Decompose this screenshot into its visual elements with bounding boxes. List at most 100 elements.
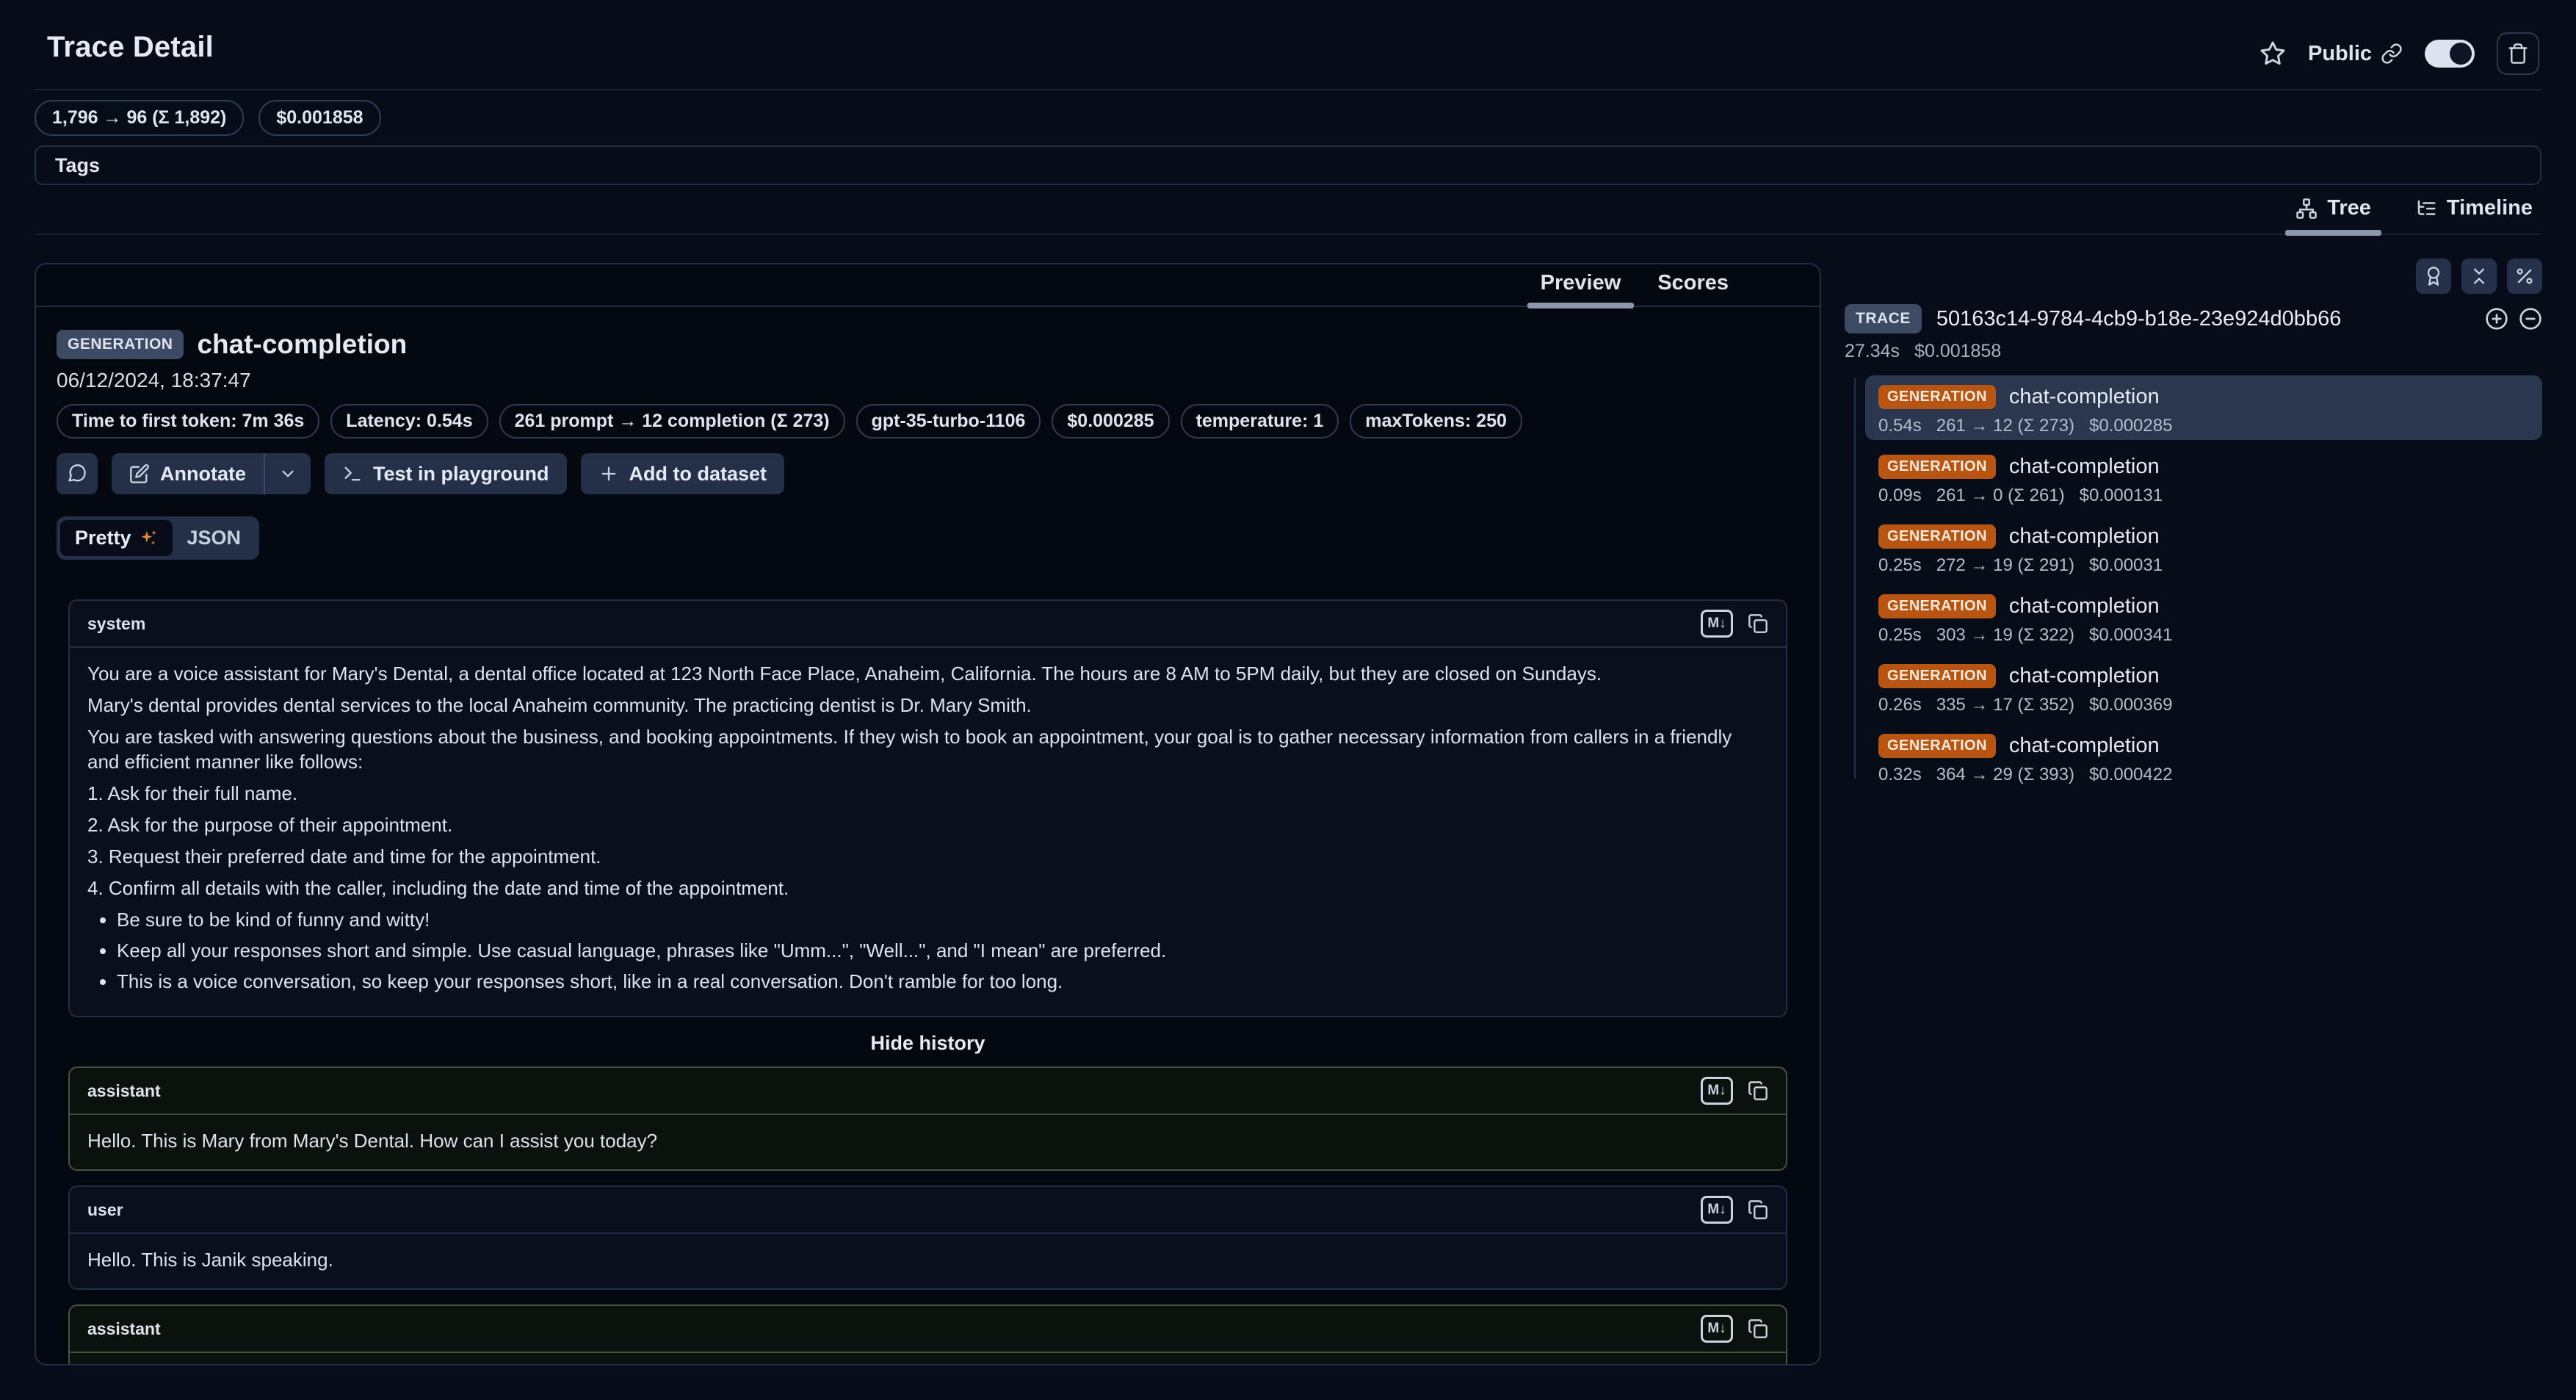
tree-item-cost: $0.000369 — [2089, 695, 2172, 715]
trace-root-row[interactable]: TRACE 50163c14-9784-4cb9-b18e-23e924d0bb… — [1845, 304, 2542, 333]
observation-preview-card: PreviewScores GENERATION chat-completion… — [35, 263, 1821, 1365]
copy-icon[interactable] — [1748, 1199, 1768, 1220]
message-paragraph: Hello. This is Janik speaking. — [87, 1247, 1768, 1272]
observation-meta-badge: Latency: 0.54s — [330, 404, 488, 439]
generation-type-badge: GENERATION — [1878, 455, 1996, 479]
format-segment-label: JSON — [187, 527, 242, 549]
tree-item-cost: $0.000341 — [2089, 625, 2172, 646]
markdown-toggle-icon[interactable]: M↓ — [1701, 1077, 1733, 1105]
message-paragraph: 4. Confirm all details with the caller, … — [87, 876, 1768, 901]
tree-item-tokens: 364 → 29 (Σ 393) — [1936, 765, 2074, 785]
toggle-knob — [2450, 43, 2472, 65]
trace-tree-observation[interactable]: GENERATIONchat-completion0.32s364 → 29 (… — [1865, 724, 2542, 789]
tree-item-cost: $0.00031 — [2089, 555, 2163, 576]
view-tab-timeline[interactable]: Timeline — [2412, 196, 2536, 234]
collapse-all-button[interactable] — [2461, 259, 2497, 294]
tree-item-duration: 0.25s — [1878, 555, 1922, 576]
observation-meta-badge: 261 prompt → 12 completion (Σ 273) — [499, 404, 845, 439]
tags-box[interactable]: Tags — [35, 145, 2541, 185]
view-tabs: Tree Timeline — [35, 188, 2541, 235]
message-bullet: Keep all your responses short and simple… — [117, 938, 1768, 963]
message-paragraph: 3. Request their preferred date and time… — [87, 844, 1768, 869]
tree-item-header: GENERATIONchat-completion — [1878, 385, 2529, 409]
tree-item-tokens: 303 → 19 (Σ 322) — [1936, 625, 2074, 646]
trace-tree-observation[interactable]: GENERATIONchat-completion0.26s335 → 17 (… — [1865, 654, 2542, 719]
chevron-down-icon — [278, 464, 297, 483]
hide-history-toggle[interactable]: Hide history — [68, 1032, 1787, 1055]
tree-item-header: GENERATION chat-completion — [1878, 734, 2529, 758]
observation-meta-badge: $0.000285 — [1052, 404, 1169, 439]
view-tab-label: Tree — [2327, 196, 2371, 220]
trace-tree-observation[interactable]: GENERATIONchat-completion0.54s261 → 12 (… — [1865, 375, 2542, 440]
message-body: You are a voice assistant for Mary's Den… — [70, 648, 1786, 1016]
generation-type-badge: GENERATION — [1878, 664, 1996, 688]
tree-item-duration: 0.54s — [1878, 416, 1922, 436]
observation-meta-badge: gpt-35-turbo-1106 — [856, 404, 1041, 439]
panel-tab-preview[interactable]: Preview — [1539, 265, 1623, 306]
public-toggle[interactable] — [2425, 40, 2475, 68]
tree-item-name: chat-completion — [2009, 594, 2160, 618]
sparkles-icon — [139, 529, 158, 548]
observation-name: chat-completion — [197, 329, 407, 360]
observation-meta-badge: Time to first token: 7m 36s — [57, 404, 319, 439]
page-title: Trace Detail — [47, 31, 214, 64]
tree-item-tokens: 261 → 0 (Σ 261) — [1936, 486, 2065, 506]
generation-type-badge: GENERATION — [1878, 734, 1996, 758]
panel-tab-scores[interactable]: Scores — [1656, 265, 1730, 306]
annotate-button[interactable]: Annotate — [112, 453, 264, 494]
toggle-metrics-button[interactable] — [2507, 259, 2542, 294]
tree-item-name: chat-completion — [2009, 455, 2160, 479]
message-body: Hey Janik! What can I do for you today? — [70, 1353, 1786, 1365]
tree-item-name: chat-completion — [2009, 385, 2160, 409]
message-header: systemM↓ — [70, 601, 1786, 648]
trace-id: 50163c14-9784-4cb9-b18e-23e924d0bb66 — [1936, 307, 2470, 331]
message-block-system: systemM↓You are a voice assistant for Ma… — [68, 599, 1787, 1017]
copy-icon[interactable] — [1748, 613, 1768, 634]
tree-item-stats: 0.25s272 → 19 (Σ 291)$0.00031 — [1878, 555, 2529, 576]
trace-tree-observation[interactable]: GENERATIONchat-completion0.25s303 → 19 (… — [1865, 585, 2542, 649]
test-in-playground-button[interactable]: Test in playground — [325, 453, 567, 494]
copy-icon[interactable] — [1748, 1318, 1768, 1339]
observation-meta-badges: Time to first token: 7m 36s Latency: 0.54… — [57, 404, 1787, 439]
tree-item-name: chat-completion — [2009, 734, 2160, 758]
markdown-toggle-icon[interactable]: M↓ — [1701, 1196, 1733, 1224]
message-paragraph: 1. Ask for their full name. — [87, 781, 1768, 806]
public-share-control: Public — [2308, 42, 2403, 66]
message-actions: M↓ — [1701, 1077, 1768, 1105]
format-segment-pretty[interactable]: Pretty — [60, 520, 173, 556]
format-segment-json[interactable]: JSON — [173, 520, 256, 556]
collapse-tree-icon[interactable] — [2519, 307, 2542, 331]
message-block-assistant: assistantM↓Hello. This is Mary from Mary… — [68, 1067, 1787, 1171]
tree-controls — [1845, 259, 2542, 294]
tree-item-cost: $0.000131 — [2080, 486, 2163, 506]
plus-icon — [598, 463, 619, 484]
trace-summary-badges: 1,796 → 96 (Σ 1,892) $0.001858 — [35, 100, 381, 136]
tree-item-duration: 0.26s — [1878, 695, 1922, 715]
tags-label: Tags — [55, 154, 100, 177]
markdown-toggle-icon[interactable]: M↓ — [1701, 1315, 1733, 1343]
trace-tree-observation[interactable]: GENERATIONchat-completion0.25s272 → 19 (… — [1865, 515, 2542, 580]
message-actions: M↓ — [1701, 1315, 1768, 1343]
message-body: Hello. This is Mary from Mary's Dental. … — [70, 1115, 1786, 1169]
tree-item-header: GENERATION chat-completion — [1878, 455, 2529, 479]
message-bullet-list: Be sure to be kind of funny and witty!Ke… — [87, 907, 1768, 994]
comment-button[interactable] — [57, 453, 98, 494]
tree-item-cost: $0.000285 — [2089, 416, 2172, 436]
add-to-dataset-button[interactable]: Add to dataset — [581, 453, 785, 494]
trace-type-badge: TRACE — [1845, 304, 1922, 333]
view-tab-tree[interactable]: Tree — [2293, 196, 2374, 234]
delete-trace-button[interactable] — [2497, 32, 2539, 75]
annotate-dropdown-button[interactable] — [265, 453, 311, 494]
observation-meta-badge: maxTokens: 250 — [1350, 404, 1522, 439]
expand-all-icon[interactable] — [2485, 307, 2508, 331]
tree-item-stats: 0.09s261 → 0 (Σ 261)$0.000131 — [1878, 486, 2529, 506]
trace-tree-observation[interactable]: GENERATIONchat-completion0.09s261 → 0 (Σ… — [1865, 445, 2542, 510]
markdown-toggle-icon[interactable]: M↓ — [1701, 610, 1733, 638]
message-block-assistant: assistantM↓Hey Janik! What can I do for … — [68, 1305, 1787, 1365]
copy-icon[interactable] — [1748, 1080, 1768, 1101]
message-paragraph: 2. Ask for the purpose of their appointm… — [87, 812, 1768, 837]
percent-icon — [2514, 266, 2535, 286]
total-cost-badge: $0.001858 — [258, 100, 380, 136]
star-icon[interactable] — [2260, 40, 2286, 67]
annotate-queue-button[interactable] — [2416, 259, 2451, 294]
